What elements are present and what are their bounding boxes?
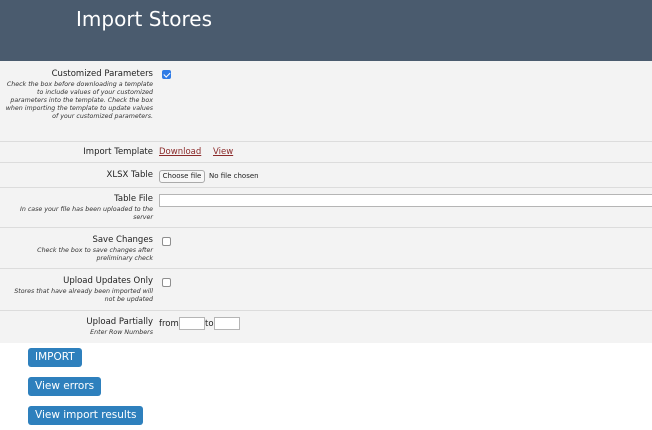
to-row-input[interactable] [214, 317, 240, 330]
import-template-label: Import Template [83, 147, 153, 157]
choose-file-button[interactable]: Choose file [159, 170, 205, 183]
save-changes-checkbox[interactable] [162, 237, 171, 246]
upload-partially-label-block: Upload Partially Enter Row Numbers [3, 317, 153, 337]
table-file-hint: In case your file has been uploaded to t… [19, 206, 153, 221]
page-title: Import Stores [76, 7, 213, 31]
row-xlsx-table: XLSX Table Choose file No file chosen [0, 163, 652, 188]
upload-updates-only-label-block: Upload Updates Only Stores that have alr… [3, 276, 153, 304]
customized-parameters-checkbox[interactable] [162, 70, 171, 79]
customized-parameters-hint: Check the box before downloading a templ… [5, 81, 153, 120]
save-changes-label-block: Save Changes Check the box to save chang… [3, 235, 153, 263]
xlsx-table-label-block: XLSX Table [3, 170, 153, 181]
from-label: from [159, 319, 179, 329]
row-customized-parameters: Customized Parameters Check the box befo… [0, 61, 652, 142]
file-status-text: No file chosen [209, 172, 259, 180]
import-button[interactable]: IMPORT [28, 348, 82, 367]
row-table-file: Table File In case your file has been up… [0, 188, 652, 228]
page-header: Import Stores [0, 0, 652, 61]
customized-parameters-label-block: Customized Parameters Check the box befo… [3, 69, 153, 121]
view-import-results-button[interactable]: View import results [28, 406, 144, 425]
row-import-template: Import Template Download View [0, 142, 652, 163]
xlsx-table-label: XLSX Table [106, 170, 153, 180]
download-template-link[interactable]: Download [159, 147, 201, 158]
to-label: to [205, 319, 214, 329]
row-save-changes: Save Changes Check the box to save chang… [0, 228, 652, 269]
upload-updates-only-checkbox[interactable] [162, 278, 171, 287]
upload-partially-label: Upload Partially [86, 317, 153, 327]
table-file-input[interactable] [159, 194, 652, 207]
row-upload-updates-only: Upload Updates Only Stores that have alr… [0, 269, 652, 311]
import-template-label-block: Import Template [3, 147, 153, 158]
import-form: Customized Parameters Check the box befo… [0, 61, 652, 343]
save-changes-label: Save Changes [92, 235, 153, 245]
from-row-input[interactable] [179, 317, 205, 330]
save-changes-hint: Check the box to save changes after prel… [37, 247, 153, 262]
row-upload-partially: Upload Partially Enter Row Numbers from … [0, 311, 652, 343]
customized-parameters-label: Customized Parameters [51, 69, 153, 79]
upload-updates-only-hint: Stores that have already been imported w… [14, 288, 153, 303]
upload-partially-hint: Enter Row Numbers [90, 329, 153, 336]
table-file-label-block: Table File In case your file has been up… [3, 194, 153, 222]
upload-updates-only-label: Upload Updates Only [63, 276, 153, 286]
view-errors-button[interactable]: View errors [28, 377, 102, 396]
view-template-link[interactable]: View [213, 147, 233, 158]
table-file-label: Table File [114, 194, 153, 204]
